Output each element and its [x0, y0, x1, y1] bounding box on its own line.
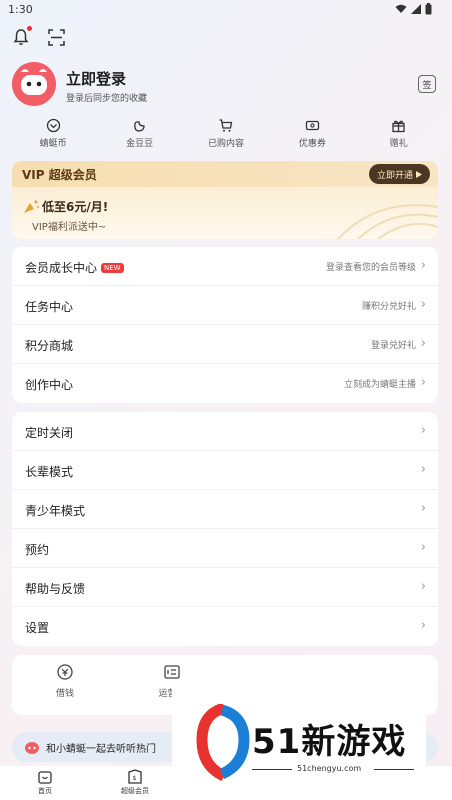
gift-icon: [392, 120, 405, 133]
coupon-icon: [305, 120, 320, 131]
nav-label: 超级会员: [121, 787, 149, 795]
sparkle-icon: [24, 200, 39, 213]
menu-row-settings[interactable]: 设置 ›: [12, 607, 438, 646]
watermark-logo: 51新游戏 51chengyu.com: [172, 682, 426, 800]
quick-link-label: 蜻蜓币: [39, 139, 67, 149]
vip-open-button-label: 立即开通: [376, 170, 413, 181]
operator-icon: [164, 665, 180, 679]
status-icons: [395, 3, 432, 15]
new-badge: NEW: [101, 262, 124, 273]
play-arrow-icon: [416, 170, 422, 178]
wifi-icon: [395, 4, 407, 13]
notification-dot: [27, 26, 32, 31]
golden-bean-icon: [134, 121, 145, 132]
menu-row-label: 积分商城: [25, 339, 74, 353]
menu-group-member: 会员成长中心 NEW 登录查看您的会员等级 › 任务中心 赚积分兑好礼 › 积分商…: [12, 247, 438, 403]
menu-row-label: 设置: [25, 621, 50, 635]
menu-row-hint: 立刻成为蜻蜓主播: [343, 380, 416, 390]
nav-label: 首页: [38, 787, 52, 795]
login-subtitle: 登录后同步您的收藏: [66, 94, 148, 104]
quick-link-dragonfly-coin[interactable]: 蜻蜓币: [18, 118, 88, 154]
tool-label: 借钱: [55, 689, 74, 699]
vip-bag-icon: $: [128, 769, 142, 784]
chevron-right-icon: ›: [420, 540, 426, 555]
quick-link-label: 已购内容: [207, 139, 244, 149]
battery-icon: [425, 3, 432, 15]
avatar[interactable]: [12, 62, 56, 106]
chevron-right-icon: ›: [420, 336, 426, 351]
vip-promo-text: 低至6元/月!: [42, 200, 109, 214]
chevron-right-icon: ›: [420, 297, 426, 312]
vip-desc: VIP福利派送中~: [32, 222, 107, 233]
menu-row-hint: 赚积分兑好礼: [361, 302, 416, 312]
vip-card-header: VIP 超级会员 立即开通: [12, 161, 438, 187]
promo-text: 和小蜻蜓一起去听听热门: [46, 743, 156, 755]
login-title[interactable]: 立即登录: [66, 68, 126, 89]
menu-row-creator-center[interactable]: 创作中心 立刻成为蜻蜓主播 ›: [12, 364, 438, 403]
signal-icon: [411, 4, 421, 14]
menu-row-label: 长辈模式: [25, 465, 74, 479]
dragonfly-coin-icon: [46, 118, 60, 133]
menu-row-points-mall[interactable]: 积分商城 登录兑好礼 ›: [12, 325, 438, 364]
menu-row-label-text: 会员成长中心: [25, 261, 98, 275]
menu-row-sleep-timer[interactable]: 定时关闭 ›: [12, 412, 438, 451]
menu-row-label: 预约: [25, 543, 50, 557]
cart-icon: [219, 119, 233, 132]
nav-super-vip[interactable]: $ 超级会员: [90, 766, 180, 800]
wallet-icon: [57, 664, 73, 680]
menu-group-settings: 定时关闭 › 长辈模式 › 青少年模式 › 预约 › 帮助与反馈 › 设置 ›: [12, 412, 438, 646]
vip-card[interactable]: VIP 超级会员 立即开通 低至6元/月! VIP福利派送中~: [12, 161, 438, 239]
chevron-right-icon: ›: [420, 618, 426, 633]
vip-promo: 低至6元/月!: [22, 198, 108, 215]
menu-row-label: 青少年模式: [25, 504, 86, 518]
quick-link-purchased[interactable]: 已购内容: [191, 118, 261, 154]
menu-row-label: 帮助与反馈: [25, 582, 86, 596]
mascot-icon: [25, 742, 39, 754]
quick-link-gift[interactable]: 赠礼: [364, 118, 434, 154]
quick-link-coupon[interactable]: 优惠券: [277, 118, 347, 154]
watermark-logo-icon: [196, 704, 250, 782]
vip-decoration-icon: [337, 204, 438, 239]
chevron-right-icon: ›: [420, 423, 426, 438]
profile-header[interactable]: 立即登录 登录后同步您的收藏 签: [12, 62, 442, 112]
svg-text:$: $: [133, 775, 137, 782]
notification-bell-icon[interactable]: [10, 26, 32, 48]
menu-row-label: 定时关闭: [25, 426, 74, 440]
chevron-right-icon: ›: [420, 258, 426, 273]
quick-link-golden-bean[interactable]: 金豆豆: [105, 118, 175, 154]
menu-row-member-growth[interactable]: 会员成长中心 NEW 登录查看您的会员等级 ›: [12, 247, 438, 286]
chevron-right-icon: ›: [420, 375, 426, 390]
watermark-rule-left: [252, 769, 292, 770]
menu-row-help-feedback[interactable]: 帮助与反馈 ›: [12, 568, 438, 607]
chevron-right-icon: ›: [420, 462, 426, 477]
vip-title: VIP 超级会员: [22, 168, 97, 182]
checkin-button[interactable]: 签: [418, 75, 436, 93]
watermark-rule-right: [374, 769, 414, 770]
menu-row-label: 会员成长中心 NEW: [25, 259, 124, 276]
status-time: 1:30: [8, 3, 33, 16]
chevron-right-icon: ›: [420, 579, 426, 594]
quick-link-label: 金豆豆: [126, 139, 154, 149]
quick-link-label: 赠礼: [389, 139, 408, 149]
tool-borrow[interactable]: 借钱: [35, 663, 95, 699]
home-icon: [38, 771, 52, 784]
menu-row-label: 任务中心: [25, 300, 74, 314]
menu-row-task-center[interactable]: 任务中心 赚积分兑好礼 ›: [12, 286, 438, 325]
watermark-url: 51chengyu.com: [297, 764, 362, 773]
vip-open-button[interactable]: 立即开通: [368, 164, 430, 184]
scan-icon[interactable]: [45, 26, 67, 48]
menu-row-label: 创作中心: [25, 378, 74, 392]
menu-row-elder-mode[interactable]: 长辈模式 ›: [12, 451, 438, 490]
status-bar: 1:30: [0, 0, 452, 20]
chevron-right-icon: ›: [420, 501, 426, 516]
quick-link-label: 优惠券: [298, 139, 326, 149]
menu-row-hint: 登录兑好礼: [370, 341, 416, 351]
menu-row-hint: 登录查看您的会员等级: [325, 263, 416, 273]
nav-home[interactable]: 首页: [0, 766, 90, 800]
menu-row-teen-mode[interactable]: 青少年模式 ›: [12, 490, 438, 529]
quick-links: 蜻蜓币 金豆豆 已购内容 优惠券 赠礼: [0, 118, 452, 154]
watermark-text: 51新游戏: [252, 722, 407, 762]
menu-row-reservation[interactable]: 预约 ›: [12, 529, 438, 568]
